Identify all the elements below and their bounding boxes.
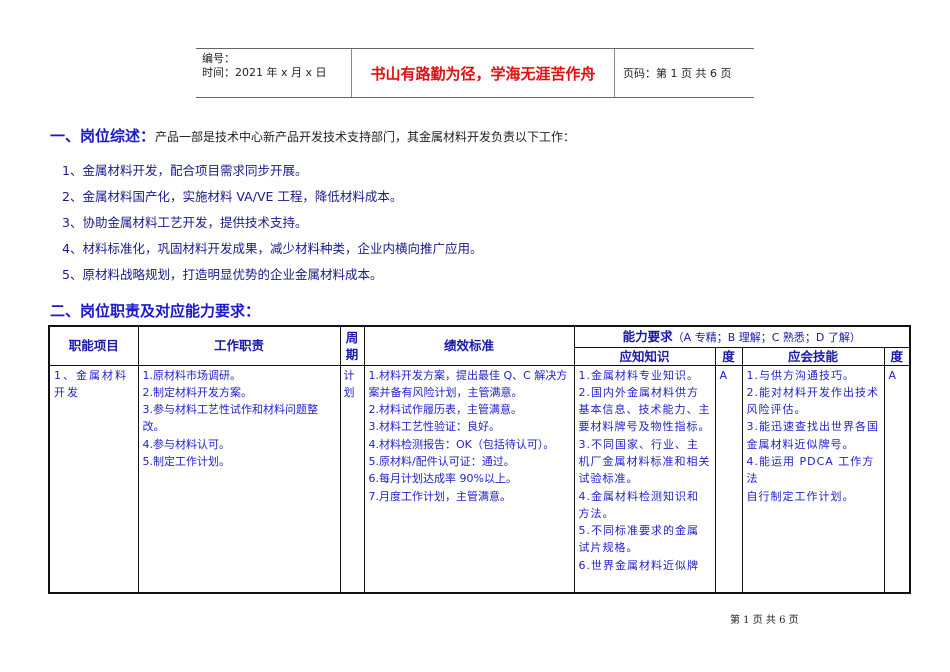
duty-item: 5.制定工作计划。	[142, 454, 231, 468]
section1-intro: 产品一部是技术中心新产品开发技术支持部门，其金属材料开发负责以下工作：	[155, 130, 576, 144]
skill-item: 3.能迅速查找出世界各国金属材料近似牌号。	[746, 420, 879, 451]
number-label: 编号：	[202, 52, 235, 65]
skill-cell: 1.与供方沟通技巧。 2.能对材料开发作出技术风险评估。 3.能迅速查找出世界各…	[741, 364, 885, 594]
document-page: 编号： 时间：2021 年 x 月 x 日 书山有路勤为径，学海无涯苦作舟 页码…	[0, 0, 950, 672]
duty-item: 4.参与材料认可。	[142, 437, 231, 451]
degree1-cell: A	[714, 364, 743, 594]
list-item: 4、材料标准化，巩固材料开发成果，减少材料种类，企业内横向推广应用。	[62, 241, 483, 256]
standard-item: 3.材料工艺性验证：良好。	[368, 420, 501, 434]
degree2-cell: A	[883, 364, 911, 594]
ability-note: （A 专精；B 理解；C 熟悉；D 了解）	[672, 330, 861, 344]
skill-item: 自行制定工作计划。	[746, 489, 855, 503]
function-cell: 1、金属材料开发	[48, 364, 139, 594]
ability-label: 能力要求	[622, 328, 673, 344]
page-header: 编号： 时间：2021 年 x 月 x 日 书山有路勤为径，学海无涯苦作舟 页码…	[196, 48, 754, 98]
header-duty: 工作职责	[137, 325, 341, 366]
cycle-cell: 计划	[339, 364, 365, 594]
motto: 书山有路勤为径，学海无涯苦作舟	[352, 49, 615, 97]
duty-item: 3.参与材料工艺性试作和材料问题整改。	[142, 403, 319, 434]
section1-heading: 一、岗位综述：产品一部是技术中心新产品开发技术支持部门，其金属材料开发负责以下工…	[50, 125, 575, 146]
standard-cell: 1.材料开发方案，提出最佳 Q、C 解决方案并备有风险计划，主管满意。 2.材料…	[363, 364, 575, 594]
knowledge-item: 6.世界金属材料近似牌	[578, 558, 699, 572]
table-row: 1、金属材料开发 1.原材料市场调研。 2.制定材料开发方案。 3.参与材料工艺…	[48, 364, 911, 594]
list-item: 5、原材料战略规划，打造明显优势的企业金属材料成本。	[62, 267, 383, 282]
standard-item: 2.材料试作履历表，主管满意。	[368, 403, 523, 417]
header-info: 编号： 时间：2021 年 x 月 x 日	[196, 49, 352, 97]
list-item: 3、协助金属材料工艺开发，提供技术支持。	[62, 215, 308, 230]
skill-item: 1.与供方沟通技巧。	[746, 368, 855, 382]
header-skill: 应会技能	[741, 346, 885, 366]
knowledge-item: 3.不同国家、行业、主机厂金属材料标准和相关试验标准。	[578, 437, 711, 486]
duty-item: 2.制定材料开发方案。	[142, 385, 253, 399]
list-item: 1、金属材料开发，配合项目需求同步开展。	[62, 163, 308, 178]
duty-item: 1.原材料市场调研。	[142, 368, 242, 382]
standard-item: 1.材料开发方案，提出最佳 Q、C 解决方案并备有风险计划，主管满意。	[368, 368, 568, 399]
knowledge-item: 5.不同标准要求的金属试片规格。	[578, 524, 699, 555]
knowledge-item: 4.金属材料检测知识和方法。	[578, 489, 699, 520]
section2-title: 二、岗位职责及对应能力要求：	[50, 302, 261, 320]
header-knowledge: 应知知识	[573, 346, 716, 366]
skill-item: 2.能对材料开发作出技术风险评估。	[746, 385, 879, 417]
date-label: 时间：2021 年 x 月 x 日	[202, 66, 327, 79]
header-cycle: 周期	[339, 325, 365, 366]
standard-item: 5.原材料/配件认可证：通过。	[368, 454, 515, 468]
duty-cell: 1.原材料市场调研。 2.制定材料开发方案。 3.参与材料工艺性试作和材料问题整…	[137, 364, 341, 594]
page-footer: 第 1 页 共 6 页	[730, 615, 799, 626]
knowledge-item: 1.金属材料专业知识。	[578, 368, 699, 382]
skill-item: 4.能运用 PDCA 工作方法	[746, 454, 875, 486]
section1-title: 一、岗位综述：	[50, 127, 156, 145]
standard-item: 7.月度工作计划，主管满意。	[368, 489, 512, 503]
header-ability: 能力要求（A 专精；B 理解；C 熟悉；D 了解）	[573, 325, 911, 348]
standard-item: 4.材料检测报告：OK（包括待认可）。	[368, 437, 555, 451]
header-degree2: 度	[883, 346, 911, 366]
list-item: 2、金属材料国产化，实施材料 VA/VE 工程，降低材料成本。	[62, 189, 403, 204]
responsibility-table: 职能项目 工作职责 周期 绩效标准 能力要求（A 专精；B 理解；C 熟悉；D …	[48, 325, 912, 594]
knowledge-item: 2.国内外金属材料供方基本信息、技术能力、主要材料牌号及物性指标。	[578, 385, 711, 434]
header-degree1: 度	[714, 346, 743, 366]
header-standard: 绩效标准	[363, 325, 575, 366]
knowledge-cell: 1.金属材料专业知识。 2.国内外金属材料供方基本信息、技术能力、主要材料牌号及…	[573, 364, 716, 594]
standard-item: 6.每月计划达成率 90%以上。	[368, 472, 517, 486]
header-function: 职能项目	[48, 325, 139, 366]
page-code: 页码：第 1 页 共 6 页	[623, 67, 732, 80]
